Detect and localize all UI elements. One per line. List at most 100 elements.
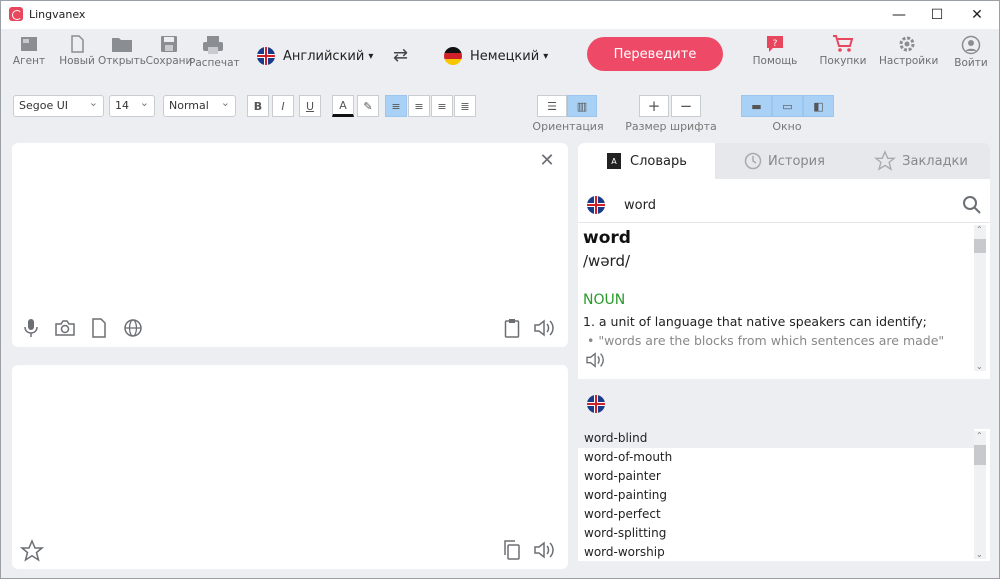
window-side-icon: ◧ (813, 99, 824, 113)
login-button[interactable]: Войти (947, 35, 995, 69)
uk-flag-icon (587, 196, 605, 214)
agent-button[interactable]: Агент (5, 35, 53, 67)
purchases-button[interactable]: Покупки (819, 35, 867, 67)
orientation-horizontal-button[interactable]: ▥ (567, 95, 597, 117)
scroll-up-icon: ⌃ (976, 431, 983, 440)
swap-languages-button[interactable]: ⇄ (393, 45, 408, 66)
font-size-select[interactable]: 14 (109, 95, 155, 117)
list-item[interactable]: word-of-mouth (584, 448, 672, 467)
tab-history[interactable]: История (715, 143, 852, 179)
definition: 1. a unit of language that native speake… (583, 314, 927, 329)
agent-icon (21, 37, 37, 51)
window-full-icon: ▬ (751, 99, 762, 113)
settings-label: Настройки (879, 55, 939, 67)
target-language-select[interactable]: Немецкий ▾ (444, 47, 548, 65)
window-layout-2-button[interactable]: ▭ (772, 95, 803, 117)
tab-bookmarks[interactable]: Закладки (852, 143, 990, 179)
source-language-select[interactable]: Английский ▾ (257, 47, 373, 65)
paste-button[interactable] (502, 318, 522, 338)
save-button[interactable]: Сохрани (145, 35, 193, 67)
italic-button[interactable]: I (272, 95, 294, 117)
dictionary-scroll-thumb[interactable] (974, 239, 986, 253)
window-layout-3-button[interactable]: ◧ (803, 95, 834, 117)
highlighter-icon: ✎ (363, 99, 373, 113)
words-scrollbar[interactable]: ⌃ ⌄ (974, 431, 986, 559)
microphone-button[interactable] (21, 318, 41, 338)
speaker-icon (534, 319, 554, 337)
help-button[interactable]: ? Помощь (751, 35, 799, 67)
list-item[interactable]: word-splitting (584, 524, 666, 543)
help-icon: ? (767, 36, 783, 52)
align-justify-button[interactable]: ≣ (454, 95, 476, 117)
clipboard-icon (504, 319, 520, 338)
bold-button[interactable]: B (247, 95, 269, 117)
align-center-icon: ≡ (414, 99, 424, 113)
window-layout-1-button[interactable]: ▬ (741, 95, 772, 117)
tab-history-label: История (768, 153, 825, 169)
align-center-button[interactable]: ≡ (408, 95, 430, 117)
star-icon (20, 539, 44, 562)
translate-button[interactable]: Переведите (587, 37, 723, 71)
svg-text:?: ? (773, 39, 778, 49)
print-button[interactable]: Распечат (189, 35, 240, 69)
dictionary-search-input[interactable]: word (624, 198, 656, 213)
target-text-panel[interactable] (12, 365, 568, 569)
tab-spacer (578, 179, 990, 187)
settings-button[interactable]: Настройки (879, 35, 939, 67)
bookmark-button[interactable] (20, 539, 44, 563)
align-left-button[interactable]: ≡ (385, 95, 407, 117)
speak-target-button[interactable] (533, 540, 557, 560)
font-size-decrease-button[interactable]: − (671, 95, 701, 117)
underline-button[interactable]: U (299, 95, 321, 117)
scroll-up-icon: ⌃ (976, 225, 983, 234)
highlight-button[interactable]: ✎ (357, 95, 379, 117)
document-button[interactable] (89, 318, 109, 338)
list-item[interactable]: word-painter (584, 467, 661, 486)
uk-flag-icon (257, 47, 275, 65)
history-clock-icon (744, 152, 762, 170)
search-icon[interactable] (962, 195, 982, 215)
text-color-button[interactable]: A (332, 95, 354, 117)
dictionary-scrollbar[interactable]: ⌃ ⌄ (974, 225, 986, 371)
copy-button[interactable] (502, 540, 522, 560)
tab-dictionary[interactable]: A Словарь (578, 143, 715, 179)
open-label: Открыть (98, 55, 146, 67)
dictionary-search-bar[interactable]: word (578, 187, 990, 223)
minimize-button[interactable]: — (881, 1, 917, 29)
speaker-icon (534, 541, 554, 559)
paragraph-style-select[interactable]: Normal (163, 95, 236, 117)
title-bar: Lingvanex — ☐ ✕ (1, 1, 999, 29)
window-label: Окно (772, 120, 802, 133)
print-label: Распечат (189, 57, 240, 69)
chevron-down-icon: ▾ (543, 50, 549, 62)
list-item[interactable]: word-painting (584, 486, 667, 505)
headword: word (583, 228, 631, 248)
shopping-cart-icon (833, 35, 854, 52)
open-button[interactable]: Открыть (98, 35, 146, 67)
words-scroll-thumb[interactable] (974, 445, 986, 465)
list-item[interactable]: word-worship (584, 543, 665, 562)
tab-dictionary-label: Словарь (630, 153, 687, 169)
source-text-panel[interactable]: ✕ (12, 143, 568, 347)
rows-icon: ☰ (547, 99, 557, 113)
speaker-icon (586, 352, 604, 368)
close-window-button[interactable]: ✕ (959, 1, 995, 29)
list-item[interactable]: word-perfect (584, 505, 661, 524)
orientation-vertical-button[interactable]: ☰ (537, 95, 567, 117)
maximize-button[interactable]: ☐ (919, 1, 955, 29)
align-right-button[interactable]: ≡ (431, 95, 453, 117)
speak-example-button[interactable] (585, 351, 607, 373)
list-item[interactable]: word-blind (578, 429, 974, 448)
font-family-select[interactable]: Segoe UI (13, 95, 104, 117)
window-bottom-icon: ▭ (782, 99, 793, 113)
new-button[interactable]: Новый (53, 35, 101, 67)
orientation-label: Ориентация (532, 120, 604, 133)
clear-text-button[interactable]: ✕ (536, 149, 558, 171)
font-size-label: Размер шрифта (625, 120, 717, 133)
camera-button[interactable] (54, 318, 76, 338)
website-button[interactable] (123, 318, 143, 338)
font-size-increase-button[interactable]: + (639, 95, 669, 117)
login-label: Войти (954, 57, 988, 69)
speak-source-button[interactable] (533, 318, 557, 338)
side-tabs: A Словарь История Закладки (578, 143, 990, 179)
